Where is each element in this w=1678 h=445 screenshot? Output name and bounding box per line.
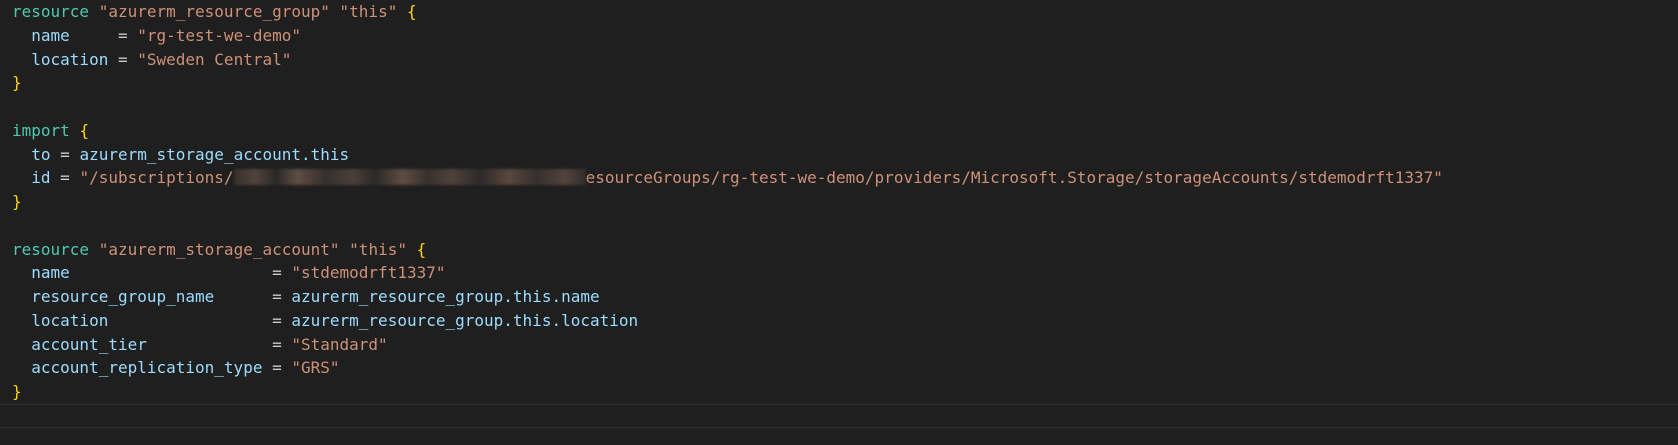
attr-value: "Sweden Central": [137, 49, 292, 69]
open-brace: {: [79, 120, 90, 140]
equals-sign: =: [50, 144, 80, 164]
attr-key: name: [31, 263, 70, 283]
attr-value: "Standard": [291, 334, 388, 354]
close-brace: }: [12, 192, 22, 211]
attr-key: account_tier: [31, 334, 147, 354]
open-brace: {: [406, 2, 417, 21]
equals-sign: =: [272, 310, 292, 330]
close-brace: }: [12, 382, 22, 401]
attr-key: location: [31, 49, 109, 69]
code-line-current[interactable]: [0, 404, 1678, 428]
code-line[interactable]: }: [12, 380, 1678, 404]
attr-key: account_replication_type: [31, 358, 263, 378]
resource-type: "azurerm_resource_group": [98, 2, 330, 21]
code-line[interactable]: }: [12, 190, 1678, 214]
code-content[interactable]: resource "azurerm_resource_group" "this"…: [12, 0, 1678, 428]
attr-key: id: [31, 168, 51, 188]
code-line[interactable]: account_replication_type = "GRS": [12, 356, 1678, 380]
redacted-subscription-id: [233, 169, 586, 186]
code-line[interactable]: location = "Sweden Central": [12, 48, 1678, 72]
attr-value: azurerm_resource_group.this.location: [291, 310, 639, 330]
code-line[interactable]: location = azurerm_resource_group.this.l…: [12, 309, 1678, 333]
resource-type: "azurerm_storage_account": [98, 239, 340, 259]
code-line[interactable]: resource "azurerm_resource_group" "this"…: [12, 0, 1678, 24]
keyword-resource: resource: [12, 239, 90, 259]
attr-key: name: [31, 25, 70, 45]
code-line[interactable]: account_tier = "Standard": [12, 333, 1678, 357]
attr-value-suffix: esourceGroups/rg-test-we-demo/providers/…: [585, 168, 1443, 188]
attr-value: "stdemodrft1337": [291, 263, 446, 283]
equals-sign: =: [117, 25, 138, 45]
code-line[interactable]: import {: [12, 119, 1678, 143]
equals-sign: =: [272, 263, 292, 283]
resource-name: "this": [339, 2, 398, 21]
code-line-empty[interactable]: [12, 214, 1678, 238]
attr-key: location: [31, 310, 109, 330]
resource-name: "this": [349, 239, 407, 259]
code-line[interactable]: resource "azurerm_storage_account" "this…: [12, 238, 1678, 262]
attr-value: azurerm_storage_account.this: [79, 144, 350, 164]
code-line[interactable]: name = "rg-test-we-demo": [12, 24, 1678, 48]
equals-sign: =: [272, 358, 292, 378]
code-line[interactable]: resource_group_name = azurerm_resource_g…: [12, 285, 1678, 309]
attr-value: "GRS": [291, 358, 340, 378]
keyword-import: import: [12, 120, 70, 140]
code-line-empty[interactable]: [12, 95, 1678, 119]
code-editor[interactable]: resource "azurerm_resource_group" "this"…: [0, 0, 1678, 445]
code-line[interactable]: to = azurerm_storage_account.this: [12, 143, 1678, 167]
open-brace: {: [416, 239, 427, 259]
attr-key: to: [31, 144, 51, 164]
code-line[interactable]: id = "/subscriptions/esourceGroups/rg-te…: [12, 166, 1678, 190]
equals-sign: =: [117, 49, 138, 69]
attr-value: "rg-test-we-demo": [137, 25, 301, 45]
keyword-resource: resource: [12, 2, 90, 21]
equals-sign: =: [272, 287, 292, 306]
close-brace: }: [12, 73, 22, 93]
code-line[interactable]: name = "stdemodrft1337": [12, 261, 1678, 285]
code-line[interactable]: }: [12, 71, 1678, 95]
attr-key: resource_group_name: [31, 287, 215, 306]
attr-value: azurerm_resource_group.this.name: [291, 287, 600, 306]
equals-sign: =: [272, 334, 292, 354]
attr-value-prefix: "/subscriptions/: [79, 168, 234, 188]
equals-sign: =: [50, 168, 80, 188]
